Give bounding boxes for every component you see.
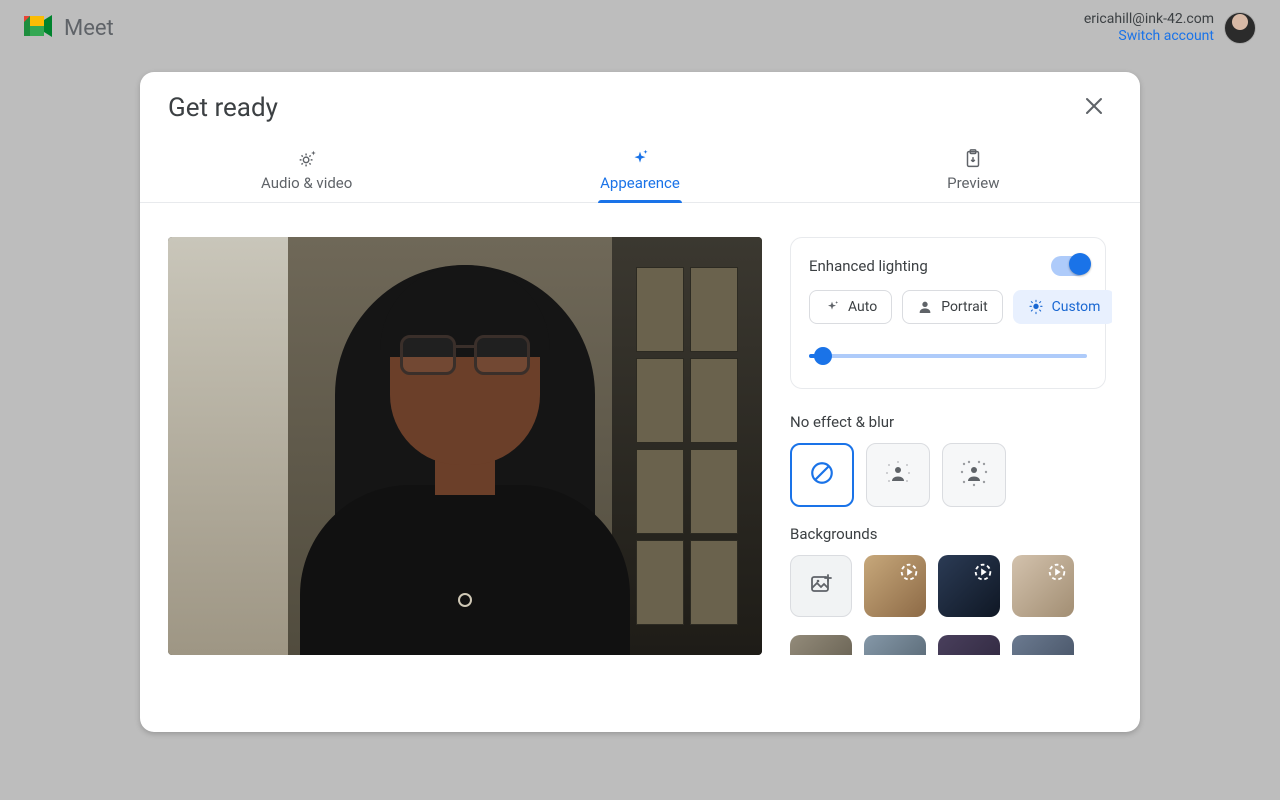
enhanced-lighting-toggle[interactable] <box>1051 256 1087 276</box>
lighting-intensity-slider[interactable] <box>809 346 1087 366</box>
tab-label: Appearence <box>600 174 680 192</box>
account-block: ericahill@ink-42.com Switch account <box>1084 11 1256 45</box>
backgrounds-title: Backgrounds <box>790 525 1106 543</box>
slight-blur-tile[interactable] <box>866 443 930 507</box>
enhanced-lighting-card: Enhanced lighting Auto Portrait <box>790 237 1106 389</box>
lightbulb-icon <box>1028 299 1044 315</box>
chip-label: Portrait <box>941 299 987 315</box>
clipboard-icon <box>962 148 984 170</box>
background-tile[interactable] <box>864 555 926 617</box>
close-icon <box>1085 96 1103 121</box>
switch-account-link[interactable]: Switch account <box>1084 28 1214 45</box>
tab-appearance[interactable]: Appearence <box>473 136 806 202</box>
close-button[interactable] <box>1076 90 1112 126</box>
blur-low-icon <box>883 458 913 492</box>
meet-logo-icon <box>24 13 54 43</box>
app-header: Meet ericahill@ink-42.com Switch account <box>0 0 1280 56</box>
lighting-custom-chip[interactable]: Custom <box>1013 290 1112 324</box>
enhanced-lighting-title: Enhanced lighting <box>809 257 928 275</box>
upload-background-tile[interactable] <box>790 555 852 617</box>
background-tile[interactable] <box>938 635 1000 655</box>
no-effect-tile[interactable] <box>790 443 854 507</box>
account-email: ericahill@ink-42.com <box>1084 11 1214 28</box>
get-ready-dialog: Get ready Audio & video <box>140 72 1140 732</box>
effects-section: No effect & blur <box>790 413 1106 673</box>
no-effect-icon <box>809 460 835 490</box>
add-image-icon <box>809 572 833 600</box>
effects-title: No effect & blur <box>790 413 1106 431</box>
motion-icon <box>972 561 994 583</box>
video-preview <box>168 237 762 655</box>
brand-name: Meet <box>64 16 114 41</box>
background-tile[interactable] <box>790 635 852 655</box>
brand: Meet <box>24 13 114 43</box>
lighting-portrait-chip[interactable]: Portrait <box>902 290 1002 324</box>
settings-panel: Enhanced lighting Auto Portrait <box>790 237 1112 697</box>
settings-sparkle-icon <box>296 148 318 170</box>
blur-high-icon <box>959 458 989 492</box>
tab-label: Audio & video <box>261 174 352 192</box>
person-icon <box>917 299 933 315</box>
background-tile[interactable] <box>864 635 926 655</box>
lighting-auto-chip[interactable]: Auto <box>809 290 892 324</box>
chip-label: Custom <box>1052 299 1101 315</box>
strong-blur-tile[interactable] <box>942 443 1006 507</box>
avatar[interactable] <box>1224 12 1256 44</box>
tab-label: Preview <box>947 174 999 192</box>
chip-label: Auto <box>848 299 877 315</box>
background-tile[interactable] <box>1012 555 1074 617</box>
sparkle-icon <box>824 299 840 315</box>
background-tile[interactable] <box>1012 635 1074 655</box>
tab-audio-video[interactable]: Audio & video <box>140 136 473 202</box>
tabs: Audio & video Appearence Preview <box>140 136 1140 203</box>
dialog-title: Get ready <box>168 93 278 123</box>
sparkle-icon <box>629 148 651 170</box>
background-tile[interactable] <box>938 555 1000 617</box>
motion-icon <box>898 561 920 583</box>
motion-icon <box>1046 561 1068 583</box>
tab-preview[interactable]: Preview <box>807 136 1140 202</box>
